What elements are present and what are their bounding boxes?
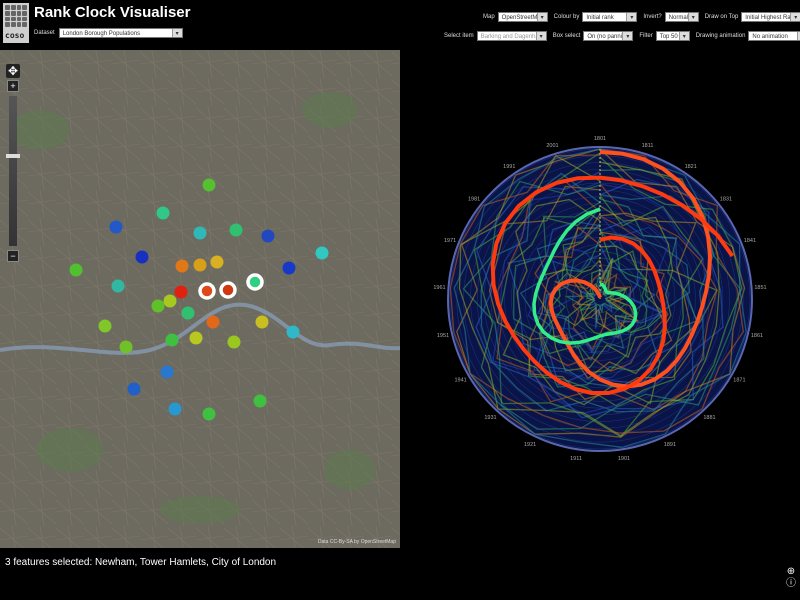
zoom-slider[interactable] — [6, 96, 20, 246]
controls-row-1: Map OpenStreetMap Colour by Initial rank… — [483, 12, 800, 22]
footer-icons: ⊕ ⓘ — [786, 566, 796, 590]
drawing-animation-select[interactable]: No animation — [748, 31, 800, 41]
year-label: 1961 — [433, 285, 445, 291]
year-label: 1871 — [733, 378, 745, 384]
borough-marker-selected[interactable] — [198, 282, 216, 300]
colour-by-select[interactable]: Initial rank — [582, 12, 638, 22]
borough-marker[interactable] — [69, 263, 83, 277]
borough-marker[interactable] — [174, 285, 188, 299]
globe-icon[interactable]: ⊕ — [786, 566, 796, 578]
controls-row-2: Select item Barking and Dagenham Box sel… — [444, 31, 800, 41]
map-canvas[interactable] — [0, 50, 400, 548]
invert-label: Invert? — [643, 14, 662, 20]
filter-label: Filter — [639, 33, 653, 39]
borough-marker[interactable] — [227, 335, 241, 349]
borough-marker[interactable] — [168, 402, 182, 416]
borough-marker-selected[interactable] — [219, 281, 237, 299]
borough-marker[interactable] — [210, 255, 224, 269]
borough-marker[interactable] — [175, 259, 189, 273]
drawing-animation-label: Drawing animation — [695, 33, 746, 39]
year-label: 1811 — [642, 143, 654, 149]
year-label: 1921 — [524, 442, 536, 448]
app-title: Rank Clock Visualiser — [34, 4, 191, 21]
borough-marker[interactable] — [111, 279, 125, 293]
filter-select[interactable]: Top 50 — [655, 31, 690, 41]
year-label: 1981 — [468, 197, 480, 203]
borough-marker[interactable] — [163, 294, 177, 308]
logo-text: coso — [5, 31, 25, 40]
select-item-select[interactable]: Barking and Dagenham — [476, 31, 547, 41]
dataset-label: Dataset — [34, 30, 55, 36]
borough-marker[interactable] — [206, 315, 220, 329]
zoom-in-button[interactable]: + — [7, 80, 19, 92]
borough-marker[interactable] — [253, 394, 267, 408]
year-label: 1861 — [751, 333, 763, 339]
dataset-row: Dataset London Borough Populations — [34, 28, 183, 38]
box-select-select[interactable]: On (no panning) — [583, 31, 634, 41]
select-item-label: Select item — [444, 33, 474, 39]
draw-on-top-select[interactable]: Initial Highest Ranked — [741, 12, 800, 22]
borough-marker-selected[interactable] — [246, 273, 264, 291]
borough-marker[interactable] — [255, 315, 269, 329]
zoom-control: ✥ + − — [6, 64, 20, 264]
borough-marker[interactable] — [165, 333, 179, 347]
year-label: 2001 — [546, 143, 558, 149]
colour-by-label: Colour by — [553, 14, 580, 20]
map-label: Map — [483, 14, 495, 20]
box-select-label: Box select — [552, 33, 581, 39]
year-label: 1941 — [454, 378, 466, 384]
rank-clock-panel: 1801 1811 1821 1831 1841 1851 1861 1871 1881 1891… — [400, 50, 800, 548]
coso-logo: coso — [3, 3, 29, 43]
info-icon[interactable]: ⓘ — [786, 578, 796, 590]
borough-marker[interactable] — [109, 220, 123, 234]
borough-marker[interactable] — [315, 246, 329, 260]
zoom-slider-handle[interactable] — [6, 154, 20, 158]
draw-on-top-label: Draw on Top — [704, 14, 739, 20]
borough-marker[interactable] — [127, 382, 141, 396]
dataset-select[interactable]: London Borough Populations — [58, 28, 183, 38]
selection-status: 3 features selected: Newham, Tower Hamle… — [5, 557, 277, 568]
year-label: 1841 — [744, 238, 756, 244]
map-select[interactable]: OpenStreetMap — [497, 12, 548, 22]
year-label: 1801 — [594, 136, 606, 142]
zoom-out-button[interactable]: − — [7, 250, 19, 262]
map-attribution: Data CC-By-SA by OpenStreetMap — [317, 539, 396, 545]
year-label: 1991 — [503, 164, 515, 170]
year-label: 1821 — [685, 164, 697, 170]
year-label: 1951 — [437, 333, 449, 339]
borough-marker[interactable] — [202, 178, 216, 192]
borough-marker[interactable] — [181, 306, 195, 320]
year-label: 1831 — [720, 197, 732, 203]
year-label: 1901 — [618, 456, 630, 462]
borough-marker[interactable] — [229, 223, 243, 237]
borough-marker[interactable] — [151, 299, 165, 313]
year-label: 1911 — [570, 456, 582, 462]
borough-marker[interactable] — [286, 325, 300, 339]
year-label: 1971 — [444, 238, 456, 244]
year-label: 1851 — [754, 285, 766, 291]
year-label: 1891 — [664, 442, 676, 448]
borough-marker[interactable] — [261, 229, 275, 243]
borough-marker[interactable] — [160, 365, 174, 379]
pan-cross-icon[interactable]: ✥ — [6, 64, 20, 78]
borough-marker[interactable] — [135, 250, 149, 264]
borough-marker[interactable] — [193, 258, 207, 272]
year-label: 1931 — [484, 415, 496, 421]
borough-marker[interactable] — [282, 261, 296, 275]
year-label: 1881 — [703, 415, 715, 421]
map-view[interactable]: ✥ + − Data CC-By-SA by OpenStreetMap — [0, 50, 400, 548]
borough-marker[interactable] — [156, 206, 170, 220]
borough-marker[interactable] — [189, 331, 203, 345]
borough-marker[interactable] — [98, 319, 112, 333]
rank-clock: 1801 1811 1821 1831 1841 1851 1861 1871 1881 1891… — [433, 136, 766, 462]
borough-marker[interactable] — [202, 407, 216, 421]
invert-select[interactable]: Normal — [664, 12, 699, 22]
borough-marker[interactable] — [119, 340, 133, 354]
borough-marker[interactable] — [193, 226, 207, 240]
